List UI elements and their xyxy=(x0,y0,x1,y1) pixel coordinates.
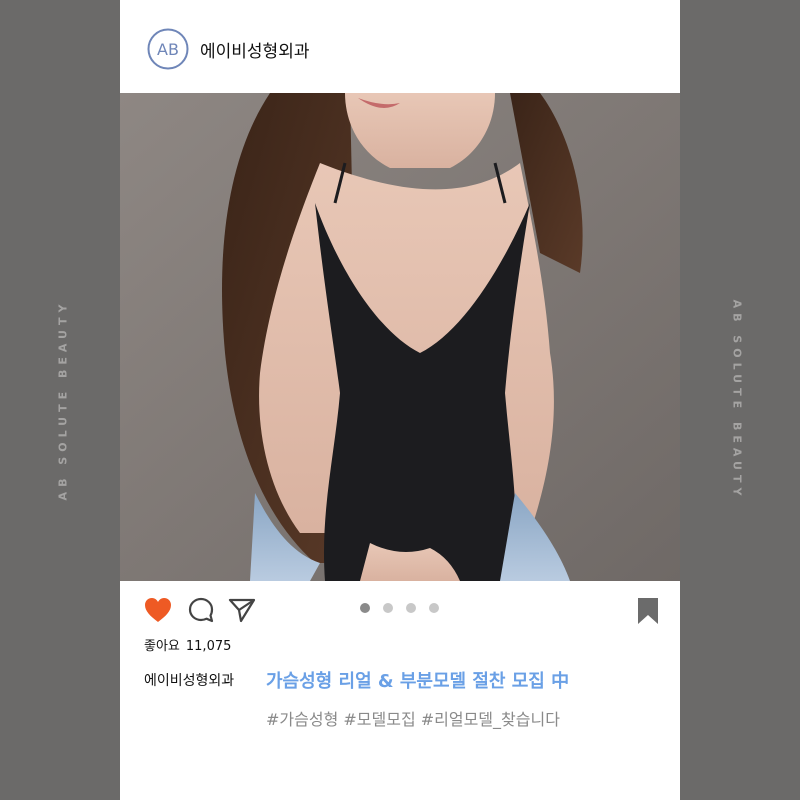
carousel-indicator xyxy=(360,603,439,613)
caption-account[interactable]: 에이비성형외과 xyxy=(144,670,234,690)
svg-text:AB: AB xyxy=(157,40,179,59)
likes-label: 좋아요 xyxy=(144,639,180,654)
brand-logo[interactable]: AB xyxy=(147,28,189,70)
carousel-dot[interactable] xyxy=(406,603,416,613)
caption-title: 가슴성형 리얼 & 부분모델 절찬 모집 中 xyxy=(266,671,570,692)
page: AB SOLUTE BEAUTY AB SOLUTE BEAUTY AB 에이비… xyxy=(0,0,800,800)
side-brand-text-right: AB SOLUTE BEAUTY xyxy=(730,299,744,501)
comment-icon[interactable] xyxy=(188,597,214,627)
likes-line[interactable]: 좋아요 11,075 xyxy=(144,635,237,654)
account-name[interactable]: 에이비성형외과 xyxy=(200,37,309,62)
post-card: AB 에이비성형외과 좋아요 11,075 에이비성형외과 가슴성형 리얼 & … xyxy=(120,0,680,800)
likes-count: 11,075 xyxy=(185,639,232,654)
share-icon[interactable] xyxy=(228,597,256,627)
hashtags[interactable]: #가슴성형 #모델모집 #리얼모델_찾습니다 xyxy=(266,706,560,730)
bookmark-icon[interactable] xyxy=(636,597,660,629)
action-bar xyxy=(120,581,680,641)
heart-icon[interactable] xyxy=(144,597,172,627)
carousel-dot[interactable] xyxy=(383,603,393,613)
post-header: AB 에이비성형외과 xyxy=(120,0,680,93)
carousel-dot[interactable] xyxy=(429,603,439,613)
side-brand-text-left: AB SOLUTE BEAUTY xyxy=(56,299,70,501)
carousel-dot[interactable] xyxy=(360,603,370,613)
post-photo[interactable] xyxy=(120,93,680,581)
